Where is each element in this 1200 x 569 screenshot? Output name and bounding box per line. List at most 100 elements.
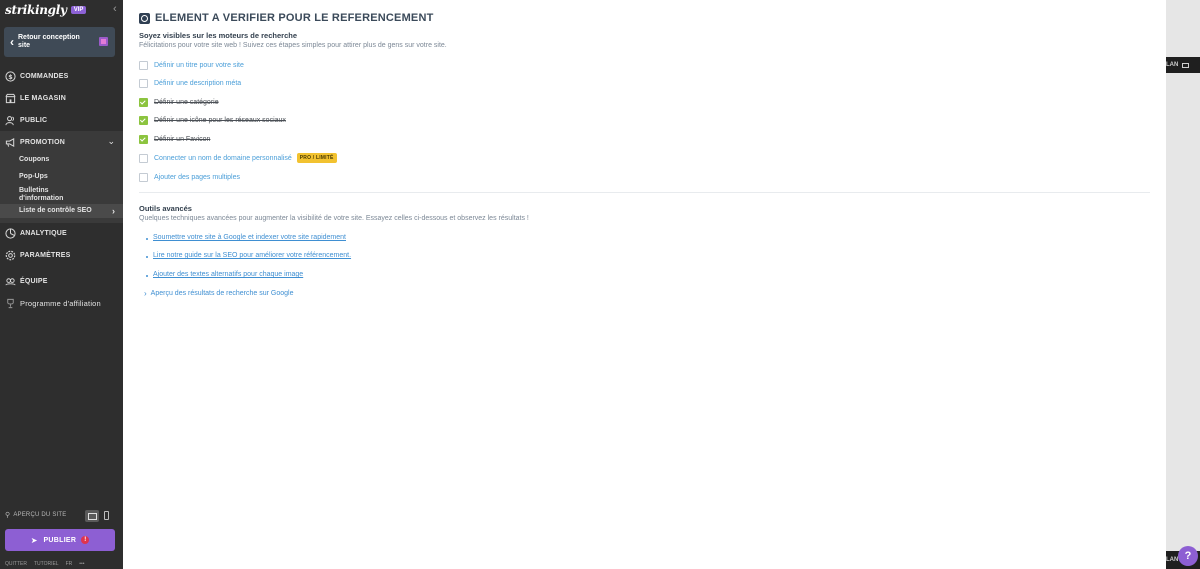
preview-bar-text: LAN — [1166, 62, 1179, 68]
mobile-preview-icon[interactable] — [104, 511, 109, 520]
checkbox[interactable] — [139, 172, 148, 182]
tool-link-alt-text[interactable]: Ajouter des textes alternatifs pour chaq… — [153, 271, 303, 278]
more-icon[interactable]: ••• — [79, 561, 84, 567]
desktop-preview-icon[interactable] — [85, 510, 99, 522]
page-header: ELEMENT A VERIFIER POUR LE REFERENCEMENT — [139, 12, 434, 24]
nav-label: LE MAGASIN — [20, 94, 66, 102]
megaphone-icon — [5, 137, 16, 148]
nav-item-promotion[interactable]: PROMOTION ⌄ — [0, 131, 123, 153]
bullet — [146, 275, 148, 277]
trophy-icon — [5, 298, 16, 309]
publish-button[interactable]: ➤ PUBLIER ! — [5, 529, 115, 551]
section-divider — [139, 192, 1150, 193]
checklist-item[interactable]: Définir une description méta — [139, 77, 241, 89]
nav-label: PARAMÈTRES — [20, 251, 71, 259]
checklist-item-label[interactable]: Connecter un nom de domaine personnalisé — [154, 155, 292, 162]
chevron-right-icon: › — [144, 289, 147, 298]
back-to-design-button[interactable]: ‹ Retour conception site — [4, 27, 115, 57]
gear-icon — [5, 250, 16, 261]
help-button[interactable]: ? — [1178, 546, 1198, 566]
users-icon — [5, 115, 16, 126]
back-button-label: Retour conception site — [18, 34, 80, 49]
checkbox-checked[interactable] — [139, 97, 148, 107]
nav-item-affiliation[interactable]: Programme d'affiliation — [0, 292, 123, 314]
brand: strikingly VIP — [5, 3, 87, 17]
checklist-item-label[interactable]: Définir un titre pour votre site — [154, 62, 244, 69]
pro-limit-badge: PRO / LIMITÉ — [296, 153, 337, 163]
site-preview-label[interactable]: ⚲ APERÇU DU SITE — [5, 511, 66, 519]
dollar-icon: $ — [5, 70, 16, 82]
nav-item-analytique[interactable]: ANALYTIQUE — [0, 222, 123, 244]
checklist-item[interactable]: Définir une catégorie — [139, 96, 219, 108]
brand-logo[interactable]: strikingly — [5, 3, 67, 17]
checklist-item-label[interactable]: Ajouter des pages multiples — [154, 174, 240, 181]
checklist-item-label[interactable]: Définir une icône pour les réseaux socia… — [154, 117, 286, 124]
checklist-item-label[interactable]: Définir une description méta — [154, 80, 241, 87]
image-icon — [1182, 62, 1190, 68]
sub-item-coupons[interactable]: Coupons — [19, 156, 49, 164]
seo-checklist-panel: ELEMENT A VERIFIER POUR LE REFERENCEMENT… — [123, 0, 1166, 569]
tools-section-description: Quelques techniques avancées pour augmen… — [139, 215, 529, 222]
language-link[interactable]: FR — [66, 561, 73, 567]
nav-label: ANALYTIQUE — [20, 229, 67, 237]
nav-item-equipe[interactable]: ÉQUIPE — [0, 270, 123, 292]
checklist-item[interactable]: Définir un Favicon — [139, 133, 210, 145]
checkbox-checked[interactable] — [139, 134, 148, 144]
checkbox[interactable] — [139, 153, 148, 163]
checklist-item-label[interactable]: Définir un Favicon — [154, 136, 210, 143]
chevron-down-icon: ⌄ — [107, 136, 115, 146]
nav-label: PROMOTION — [20, 138, 65, 146]
bullet — [146, 256, 148, 258]
chart-icon — [5, 227, 16, 239]
alert-badge: ! — [81, 536, 90, 544]
checklist-item[interactable]: Connecter un nom de domaine personnalisé… — [139, 152, 337, 164]
sub-item-label: Liste de contrôle SEO — [19, 207, 92, 214]
checklist-item[interactable]: Définir un titre pour votre site — [139, 59, 244, 71]
nav-label: PUBLIC — [20, 116, 48, 124]
team-icon — [5, 276, 16, 287]
checklist-item[interactable]: Définir une icône pour les réseaux socia… — [139, 114, 286, 126]
rocket-icon: ➤ — [30, 535, 38, 545]
preview-bar-text: LAN — [1166, 557, 1179, 563]
chevron-right-icon: › — [112, 206, 115, 216]
search-section-description: Félicitations pour votre site web ! Suiv… — [139, 42, 447, 49]
sub-item-bulletins[interactable]: Bulletins d'information — [19, 187, 89, 203]
preview-top-bar: LAN — [1166, 57, 1200, 73]
chevron-left-icon: ‹ — [10, 35, 14, 49]
checklist-item[interactable]: Ajouter des pages multiples — [139, 171, 240, 183]
nav-label: COMMANDES — [20, 72, 69, 80]
seo-search-icon — [139, 12, 150, 24]
site-preview-text: APERÇU DU SITE — [13, 512, 67, 518]
quit-link[interactable]: QUITTER — [5, 561, 27, 567]
checklist-item-label[interactable]: Définir une catégorie — [154, 99, 219, 106]
sidebar-footer: QUITTER TUTORIEL FR ••• — [5, 561, 85, 567]
nav-label: Programme d'affiliation — [20, 298, 101, 308]
nav-item-parametres[interactable]: PARAMÈTRES — [0, 244, 123, 266]
publish-label: PUBLIER — [43, 536, 77, 544]
site-preview-background — [1166, 0, 1200, 569]
tools-section-heading: Outils avancés — [139, 204, 192, 213]
tutorial-link[interactable]: TUTORIEL — [34, 561, 59, 567]
nav-item-public[interactable]: PUBLIC — [0, 109, 123, 131]
google-preview-label: Aperçu des résultats de recherche sur Go… — [150, 290, 294, 297]
checkbox[interactable] — [139, 60, 148, 70]
sub-item-popups[interactable]: Pop-Ups — [19, 173, 48, 181]
design-icon — [99, 37, 108, 46]
nav-item-magasin[interactable]: LE MAGASIN — [0, 87, 123, 109]
search-icon: ⚲ — [5, 512, 11, 519]
tool-link-google-submit[interactable]: Soumettre votre site à Google et indexer… — [153, 234, 346, 241]
search-section-heading: Soyez visibles sur les moteurs de recher… — [139, 31, 297, 40]
sub-item-seo-checklist[interactable]: Liste de contrôle SEO › — [0, 204, 123, 218]
collapse-sidebar-icon[interactable]: ‹ — [113, 3, 117, 15]
vip-badge: VIP — [70, 6, 87, 14]
page-title: ELEMENT A VERIFIER POUR LE REFERENCEMENT — [155, 12, 434, 24]
checkbox-checked[interactable] — [139, 115, 148, 125]
bullet — [146, 238, 148, 240]
checkbox[interactable] — [139, 78, 148, 88]
google-preview-toggle[interactable]: › Aperçu des résultats de recherche sur … — [144, 289, 293, 298]
sidebar: strikingly VIP ‹ ‹ Retour conception sit… — [0, 0, 123, 569]
nav-label: ÉQUIPE — [20, 277, 48, 285]
store-icon — [5, 93, 16, 104]
nav-item-commandes[interactable]: $ COMMANDES — [0, 65, 123, 87]
tool-link-seo-guide[interactable]: Lire notre guide sur la SEO pour amélior… — [153, 252, 351, 259]
